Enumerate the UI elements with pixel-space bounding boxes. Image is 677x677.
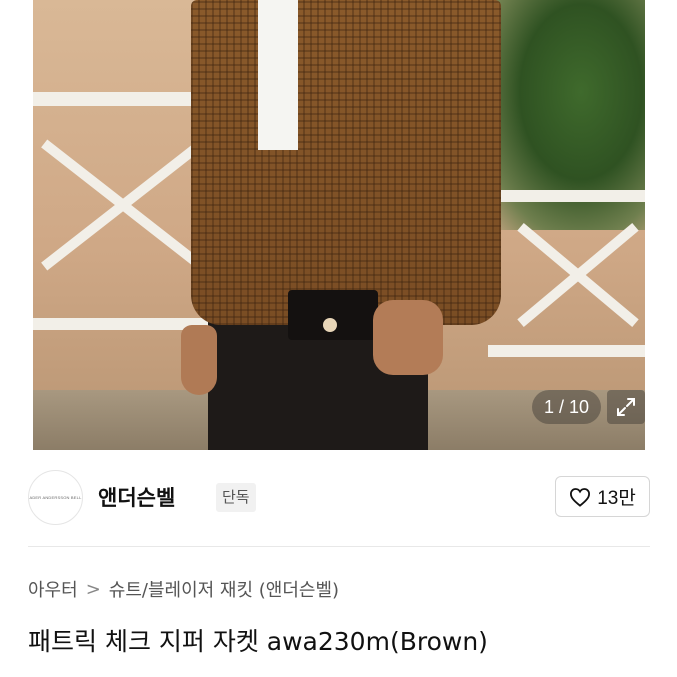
breadcrumb-subcategory[interactable]: 슈트/블레이저 재킷 (앤더슨벨) (109, 576, 339, 602)
photo-railing (33, 92, 208, 106)
like-button[interactable]: 13만 (555, 476, 650, 517)
product-image[interactable]: 1 / 10 (33, 0, 645, 450)
brand-row: ADER ANDERSSON BELL 앤더슨벨 단독 13만 (28, 468, 650, 528)
expand-button[interactable] (607, 390, 645, 424)
photo-railing (488, 345, 645, 357)
photo-jacket (191, 0, 501, 325)
photo-shirt (258, 0, 298, 150)
expand-arrows-icon (617, 398, 635, 416)
divider (28, 546, 650, 547)
photo-hand (373, 300, 443, 375)
brand-logo[interactable]: ADER ANDERSSON BELL (28, 470, 83, 525)
heart-outline-icon (570, 487, 591, 507)
image-counter: 1 / 10 (531, 390, 601, 424)
photo-railing (33, 318, 208, 330)
brand-logo-text: ADER ANDERSSON BELL (29, 495, 82, 500)
photo-pocket (288, 290, 378, 340)
breadcrumb-category[interactable]: 아우터 (28, 576, 78, 602)
photo-railing (488, 190, 645, 202)
photo-button (323, 318, 337, 332)
product-title: 패트릭 체크 지퍼 자켓 awa230m(Brown) (28, 627, 488, 656)
breadcrumb: 아우터 > 슈트/블레이저 재킷 (앤더슨벨) (28, 576, 339, 602)
breadcrumb-separator: > (85, 578, 101, 600)
brand-name[interactable]: 앤더슨벨 (98, 482, 175, 512)
like-count: 13만 (597, 488, 636, 509)
photo-hand (181, 325, 217, 395)
exclusive-badge: 단독 (216, 483, 256, 512)
